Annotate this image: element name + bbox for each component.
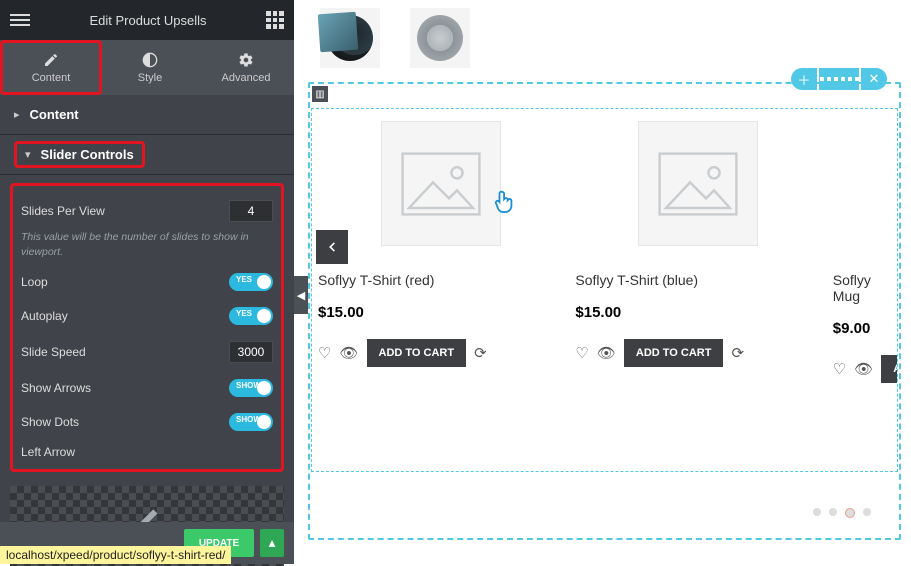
contrast-icon (142, 52, 158, 68)
show-dots-toggle[interactable]: SHOW (229, 413, 273, 431)
tab-advanced-label: Advanced (222, 72, 271, 84)
delete-section-button[interactable]: ✕ (861, 68, 887, 90)
section-content-label: Content (30, 107, 79, 122)
apps-icon[interactable] (266, 11, 284, 29)
product-title[interactable]: Soflyy Mug (833, 272, 897, 304)
add-to-cart-button[interactable]: ADD TO CART (367, 339, 467, 367)
placeholder-image[interactable] (638, 121, 758, 246)
tab-content[interactable]: Content (0, 40, 102, 95)
section-header-slider-controls[interactable]: ▾ Slider Controls (0, 135, 294, 175)
product-card: Soflyy T-Shirt (red) $15.00 ♡ 👁 ADD TO C… (312, 109, 569, 471)
compare-icon[interactable]: ⟳ (731, 344, 744, 362)
add-section-button[interactable]: ＋ (791, 68, 817, 90)
column-icon[interactable]: ▥ (312, 86, 328, 102)
slide-speed-label: Slide Speed (21, 345, 86, 359)
image-placeholder-icon (658, 149, 738, 219)
dot[interactable] (829, 508, 837, 516)
tab-style-label: Style (138, 72, 162, 84)
browser-status-bar: localhost/xpeed/product/soflyy-t-shirt-r… (0, 546, 231, 564)
show-arrows-label: Show Arrows (21, 381, 91, 395)
field-show-arrows: Show Arrows SHOW (21, 371, 273, 405)
chevron-right-icon: ▸ (14, 108, 20, 121)
gallery-thumbs (320, 8, 470, 68)
add-to-cart-button[interactable]: AD (881, 355, 897, 383)
slider-controls-panel: Slides Per View This value will be the n… (10, 183, 284, 472)
overlay-toolbar: ＋ ✕ (791, 68, 887, 90)
slider-prev-button[interactable] (316, 230, 348, 264)
product-card: Soflyy T-Shirt (blue) $15.00 ♡ 👁 ADD TO … (569, 109, 826, 471)
thumb-1[interactable] (320, 8, 380, 68)
sidebar-header: Edit Product Upsells (0, 0, 294, 40)
quickview-icon[interactable]: 👁 (854, 360, 873, 378)
products-row: Soflyy T-Shirt (red) $15.00 ♡ 👁 ADD TO C… (312, 109, 897, 471)
tab-content-label: Content (32, 72, 71, 84)
section-drag-handle[interactable] (819, 68, 859, 90)
product-price: $15.00 (575, 304, 826, 321)
autoplay-toggle[interactable]: YES (229, 307, 273, 325)
placeholder-image[interactable] (381, 121, 501, 246)
product-title[interactable]: Soflyy T-Shirt (blue) (575, 272, 826, 288)
panel-tabs: Content Style Advanced (0, 40, 294, 95)
dot[interactable] (863, 508, 871, 516)
wishlist-icon[interactable]: ♡ (833, 360, 846, 378)
product-actions: ♡ 👁 AD (833, 355, 897, 383)
gear-icon (238, 52, 254, 68)
preview-area: ◀ ＋ ✕ ▥ Soflyy T-Shirt (red) $15.00 (294, 0, 911, 564)
product-actions: ♡ 👁 ADD TO CART ⟳ (318, 339, 569, 367)
section-overlay[interactable]: ＋ ✕ ▥ Soflyy T-Shirt (red) $15.00 ♡ 👁 (308, 82, 901, 540)
section-slider-label: Slider Controls (41, 147, 134, 162)
menu-icon[interactable] (10, 10, 30, 30)
slides-per-view-help: This value will be the number of slides … (21, 230, 273, 265)
tab-style[interactable]: Style (102, 40, 198, 95)
wishlist-icon[interactable]: ♡ (575, 344, 588, 362)
field-loop: Loop YES (21, 265, 273, 299)
product-card: Soflyy Mug $9.00 ♡ 👁 AD (827, 109, 897, 471)
field-autoplay: Autoplay YES (21, 299, 273, 333)
product-price: $15.00 (318, 304, 569, 321)
widget-overlay[interactable]: Soflyy T-Shirt (red) $15.00 ♡ 👁 ADD TO C… (311, 108, 898, 472)
quickview-icon[interactable]: 👁 (597, 344, 616, 362)
slides-per-view-label: Slides Per View (21, 204, 105, 218)
panel-title: Edit Product Upsells (30, 13, 266, 28)
add-to-cart-button[interactable]: ADD TO CART (624, 339, 724, 367)
field-show-dots: Show Dots SHOW (21, 405, 273, 439)
product-title[interactable]: Soflyy T-Shirt (red) (318, 272, 569, 288)
dot-active[interactable] (845, 508, 855, 518)
pencil-icon (43, 52, 59, 68)
tab-advanced[interactable]: Advanced (198, 40, 294, 95)
chevron-left-icon (325, 240, 339, 254)
slide-speed-input[interactable] (229, 341, 273, 363)
sidebar-collapse-toggle[interactable]: ◀ (294, 276, 308, 314)
slides-per-view-input[interactable] (229, 200, 273, 222)
thumb-2[interactable] (410, 8, 470, 68)
image-placeholder-icon (401, 149, 481, 219)
field-slide-speed: Slide Speed (21, 333, 273, 371)
product-actions: ♡ 👁 ADD TO CART ⟳ (575, 339, 826, 367)
update-options-button[interactable]: ▴ (260, 529, 284, 557)
quickview-icon[interactable]: 👁 (339, 344, 358, 362)
compare-icon[interactable]: ⟳ (474, 344, 487, 362)
loop-toggle[interactable]: YES (229, 273, 273, 291)
section-header-content[interactable]: ▸ Content (0, 95, 294, 135)
editor-sidebar: Edit Product Upsells Content Style Advan… (0, 0, 294, 564)
slider-dots (813, 508, 871, 518)
autoplay-label: Autoplay (21, 309, 68, 323)
chevron-down-icon: ▾ (25, 148, 31, 161)
field-slides-per-view: Slides Per View (21, 192, 273, 230)
show-arrows-toggle[interactable]: SHOW (229, 379, 273, 397)
cursor-hand-icon (494, 190, 516, 219)
dot[interactable] (813, 508, 821, 516)
loop-label: Loop (21, 275, 48, 289)
show-dots-label: Show Dots (21, 415, 79, 429)
left-arrow-label: Left Arrow (21, 439, 273, 459)
product-price: $9.00 (833, 320, 897, 337)
wishlist-icon[interactable]: ♡ (318, 344, 331, 362)
